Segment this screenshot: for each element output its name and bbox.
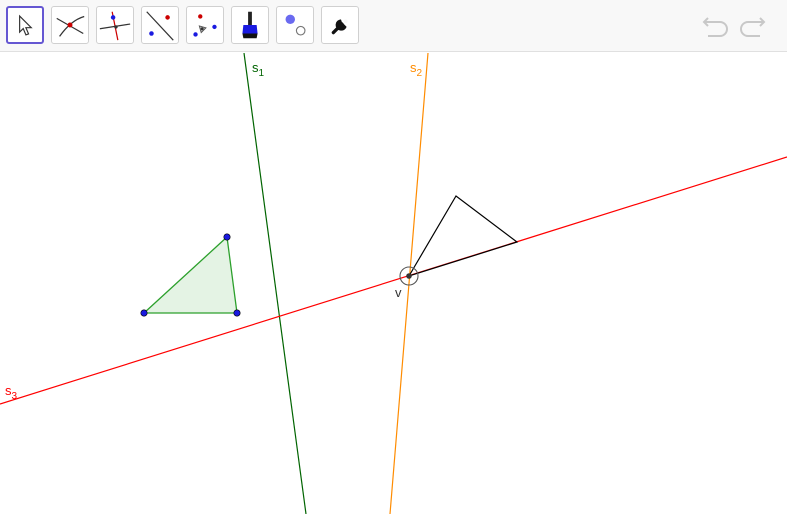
label-s2: s2	[410, 60, 423, 79]
intersect-icon	[56, 15, 85, 37]
label-s1: s1	[252, 60, 265, 79]
show-hide-object-tool-button[interactable]	[276, 6, 314, 44]
move-tool-button[interactable]	[6, 6, 44, 44]
wrench-icon	[331, 19, 348, 35]
redo-button[interactable]	[736, 12, 768, 40]
polygon-tool-button[interactable]	[186, 6, 224, 44]
graphics-canvas[interactable]: s1 s2 s3 v	[0, 53, 787, 514]
line-s3[interactable]	[0, 156, 787, 405]
point-v[interactable]	[406, 273, 412, 279]
perpendicular-bisector-icon	[99, 11, 131, 41]
label-s3: s3	[5, 383, 18, 402]
line-tool-button[interactable]	[141, 6, 179, 44]
intersect-tool-button[interactable]	[51, 6, 89, 44]
undo-icon	[702, 17, 728, 37]
graphics-view[interactable]: s1 s2 s3 v	[0, 53, 787, 514]
undo-button[interactable]	[700, 12, 732, 40]
line-s1[interactable]	[243, 53, 307, 514]
line-through-points-icon	[146, 11, 174, 41]
toolbar	[0, 0, 787, 52]
redo-icon	[740, 17, 766, 37]
black-triangle[interactable]	[407, 195, 519, 278]
line-s2[interactable]	[389, 53, 429, 514]
perpendicular-bisector-tool-button[interactable]	[96, 6, 134, 44]
cursor-arrow-icon	[19, 14, 33, 36]
triangle-vertex[interactable]	[223, 233, 231, 241]
green-triangle[interactable]	[142, 235, 238, 314]
label-v: v	[395, 285, 402, 300]
reflect-point-icon	[193, 14, 217, 37]
brush-icon	[242, 11, 258, 39]
show-hide-object-icon	[285, 14, 306, 36]
triangle-vertex[interactable]	[140, 309, 148, 317]
style-brush-tool-button[interactable]	[231, 6, 269, 44]
triangle-vertex[interactable]	[233, 309, 241, 317]
settings-tool-button[interactable]	[321, 6, 359, 44]
